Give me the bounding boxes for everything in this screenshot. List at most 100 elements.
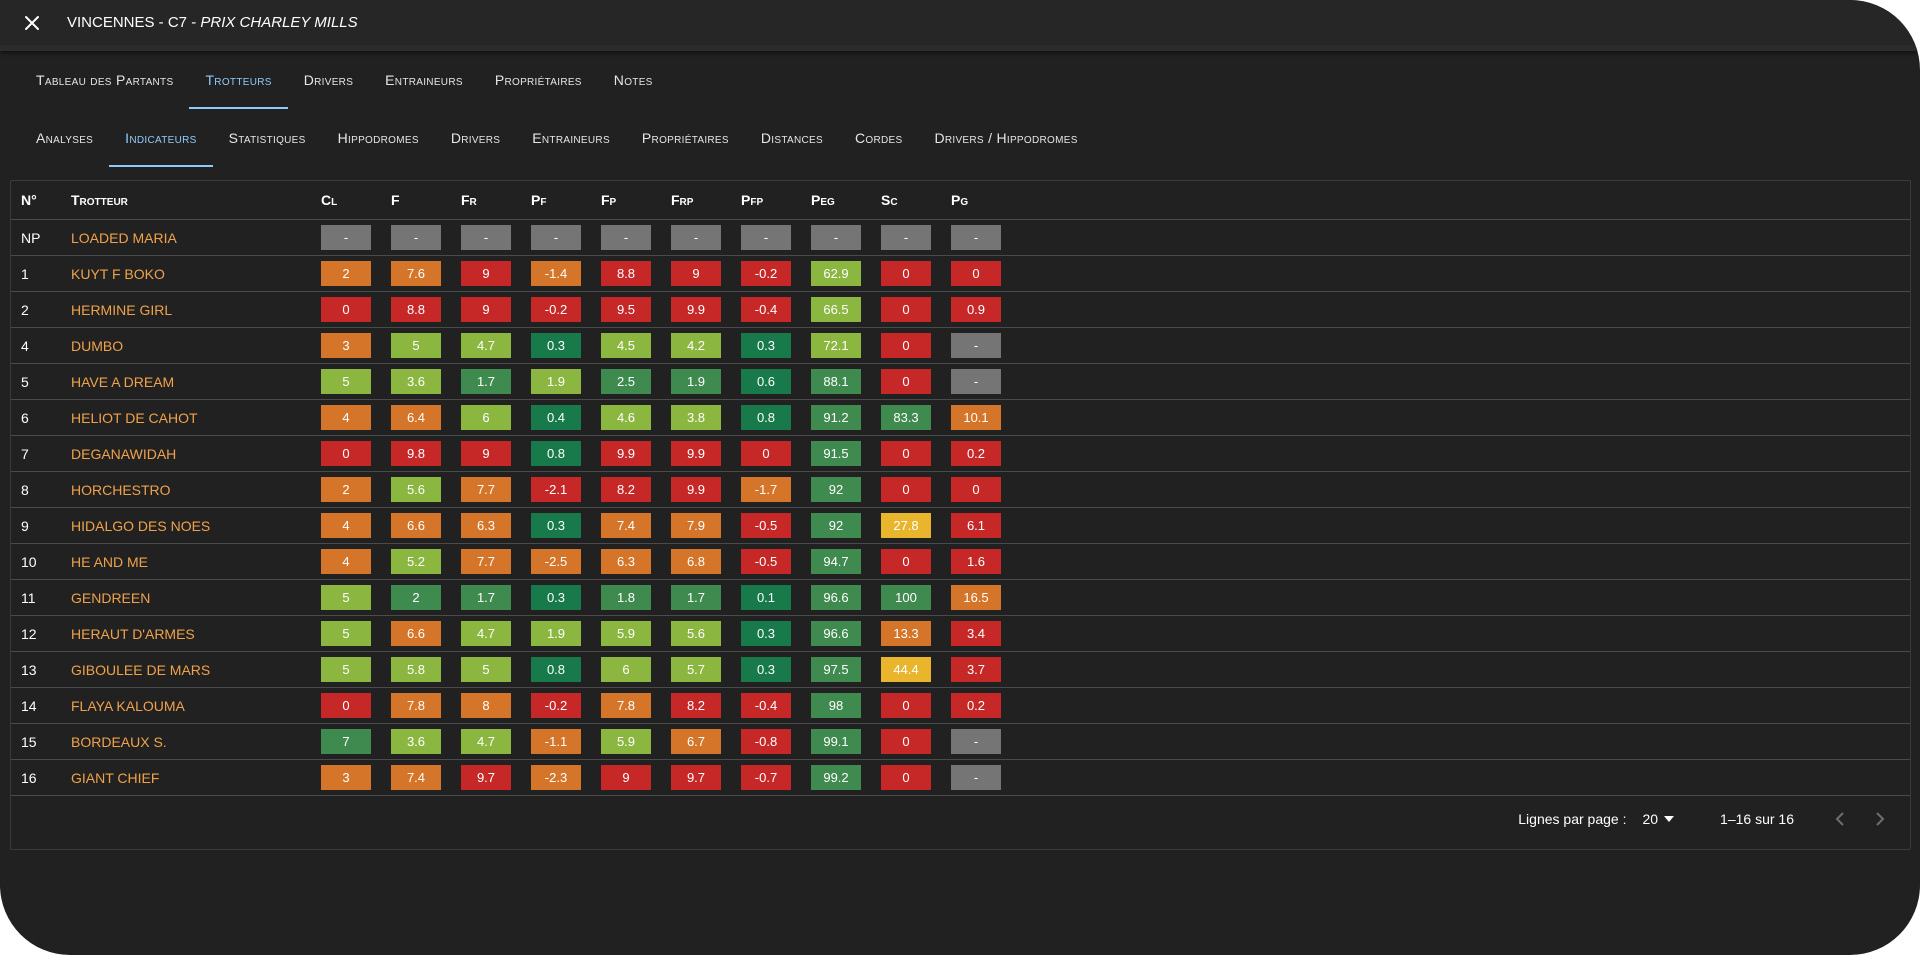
indicator-cell: 0	[881, 687, 951, 724]
indicator-cell: -2.1	[531, 471, 601, 508]
column-header-trotteur[interactable]: Trotteur	[71, 181, 321, 220]
indicator-cell: 92	[811, 471, 881, 508]
column-header-sc[interactable]: Sc	[881, 181, 951, 220]
subtab-statistiques[interactable]: Statistiques	[213, 109, 322, 167]
tab-notes[interactable]: Notes	[598, 51, 669, 109]
runner-name-link[interactable]: HERAUT D'ARMES	[71, 626, 195, 642]
table-row[interactable]: 14 FLAYA KALOUMA 0 7.8 8 -0.2 7.8 8.2 -0.4 98 0 0.2	[11, 687, 1910, 724]
runner-name-link[interactable]: HORCHESTRO	[71, 482, 171, 498]
runner-name-link[interactable]: LOADED MARIA	[71, 230, 177, 246]
tab-drivers[interactable]: Drivers	[288, 51, 369, 109]
subtab-hippodromes[interactable]: Hippodromes	[322, 109, 435, 167]
column-header-fr[interactable]: Fr	[461, 181, 531, 220]
indicator-value-frp: 9.7	[671, 765, 721, 790]
indicator-value-fp: 7.4	[601, 513, 651, 538]
tab-entraineurs[interactable]: Entraineurs	[369, 51, 479, 109]
indicator-value-f: -	[391, 225, 441, 250]
runner-name-link[interactable]: BORDEAUX S.	[71, 734, 167, 750]
table-row[interactable]: 6 HELIOT DE CAHOT 4 6.4 6 0.4 4.6 3.8 0.8 91.2 83.…	[11, 399, 1910, 436]
table-body: NP LOADED MARIA - - - - - - - - - -1 KUYT F BOKO 2 7.6…	[11, 219, 1910, 796]
subtab-indicateurs[interactable]: Indicateurs	[109, 109, 214, 167]
table-row[interactable]: 2 HERMINE GIRL 0 8.8 9 -0.2 9.5 9.9 -0.4 66.5 0 0.9	[11, 291, 1910, 328]
indicator-cell: 83.3	[881, 399, 951, 436]
indicator-cell: 6.3	[601, 543, 671, 580]
indicator-value-f: 7.8	[391, 693, 441, 718]
subtab-analyses[interactable]: Analyses	[20, 109, 109, 167]
indicator-cell: 88.1	[811, 363, 881, 400]
subtab-cordes[interactable]: Cordes	[839, 109, 918, 167]
indicator-cell: -0.5	[741, 507, 811, 544]
indicator-cell: 1.6	[951, 543, 1910, 580]
indicator-cell: 0.1	[741, 579, 811, 616]
indicator-value-pfp: 0.3	[741, 621, 791, 646]
indicator-cell: 0.8	[531, 651, 601, 688]
table-row[interactable]: 5 HAVE A DREAM 5 3.6 1.7 1.9 2.5 1.9 0.6 88.1 0-	[11, 363, 1910, 400]
runner-name-link[interactable]: DEGANAWIDAH	[71, 446, 176, 462]
indicator-cell: 9.9	[671, 291, 741, 328]
subtab-distances[interactable]: Distances	[745, 109, 839, 167]
indicator-value-pf: 0.3	[531, 585, 581, 610]
previous-page-button[interactable]	[1830, 809, 1850, 829]
indicator-cell: 91.2	[811, 399, 881, 436]
subtab-proprietaires[interactable]: Propriétaires	[626, 109, 745, 167]
column-header-pf[interactable]: Pf	[531, 181, 601, 220]
indicator-value-cl: 0	[321, 693, 371, 718]
indicator-cell: 9.9	[601, 435, 671, 472]
column-header-pfp[interactable]: Pfp	[741, 181, 811, 220]
subtab-drivers[interactable]: Drivers	[435, 109, 516, 167]
indicator-cell: 100	[881, 579, 951, 616]
column-header-peg[interactable]: Peg	[811, 181, 881, 220]
column-header-frp[interactable]: Frp	[671, 181, 741, 220]
runner-name-link[interactable]: DUMBO	[71, 338, 123, 354]
indicator-cell: -1.7	[741, 471, 811, 508]
runner-name-link[interactable]: FLAYA KALOUMA	[71, 698, 185, 714]
runner-name-link[interactable]: HE AND ME	[71, 554, 148, 570]
runner-name-link[interactable]: GIBOULEE DE MARS	[71, 662, 210, 678]
indicator-value-fp: 1.8	[601, 585, 651, 610]
indicator-cell: 0.3	[741, 651, 811, 688]
tab-proprietaires[interactable]: Propriétaires	[479, 51, 598, 109]
runner-name-link[interactable]: HELIOT DE CAHOT	[71, 410, 198, 426]
subtab-drivers-hippodromes[interactable]: Drivers / Hippodromes	[918, 109, 1093, 167]
column-header-fp[interactable]: Fp	[601, 181, 671, 220]
runner-name-link[interactable]: KUYT F BOKO	[71, 266, 165, 282]
table-row[interactable]: 13 GIBOULEE DE MARS 5 5.8 5 0.8 6 5.7 0.3 97.5 44.…	[11, 651, 1910, 688]
indicator-value-pfp: 0.3	[741, 657, 791, 682]
column-header-cl[interactable]: Cl	[321, 181, 391, 220]
column-header-pg[interactable]: Pg	[951, 181, 1910, 220]
column-header-number[interactable]: N°	[11, 181, 71, 220]
indicator-value-pfp: 0.3	[741, 333, 791, 358]
indicator-value-pf: 0.8	[531, 657, 581, 682]
table-row[interactable]: 9 HIDALGO DES NOES 4 6.6 6.3 0.3 7.4 7.9 -0.5 92 2…	[11, 507, 1910, 544]
indicator-cell: 8.8	[601, 255, 671, 292]
runner-number: 5	[11, 363, 71, 400]
runner-name-link[interactable]: GENDREEN	[71, 590, 150, 606]
table-row[interactable]: NP LOADED MARIA - - - - - - - - - -	[11, 219, 1910, 256]
next-page-button[interactable]	[1870, 809, 1890, 829]
subtab-entraineurs[interactable]: Entraineurs	[516, 109, 626, 167]
tab-tableau-des-partants[interactable]: Tableau des Partants	[20, 51, 189, 109]
indicator-cell: 0	[881, 255, 951, 292]
table-row[interactable]: 15 BORDEAUX S. 7 3.6 4.7 -1.1 5.9 6.7 -0.8 99.1 0-	[11, 723, 1910, 760]
rows-per-page-select[interactable]: 20	[1642, 811, 1675, 827]
tab-trotteurs[interactable]: Trotteurs	[189, 51, 288, 109]
runner-name-link[interactable]: HIDALGO DES NOES	[71, 518, 210, 534]
table-row[interactable]: 4 DUMBO 3 5 4.7 0.3 4.5 4.2 0.3 72.1 0-	[11, 327, 1910, 364]
indicator-value-sc: 13.3	[881, 621, 931, 646]
table-row[interactable]: 10 HE AND ME 4 5.2 7.7 -2.5 6.3 6.8 -0.5 94.7 0 1.6	[11, 543, 1910, 580]
runner-name-cell: HERMINE GIRL	[71, 291, 321, 328]
indicator-value-peg: 97.5	[811, 657, 861, 682]
runner-name-cell: DUMBO	[71, 327, 321, 364]
table-row[interactable]: 1 KUYT F BOKO 2 7.6 9 -1.4 8.8 9 -0.2 62.9 0 0	[11, 255, 1910, 292]
runner-name-link[interactable]: HAVE A DREAM	[71, 374, 174, 390]
indicator-value-fp: 4.5	[601, 333, 651, 358]
close-button[interactable]	[18, 9, 46, 37]
table-row[interactable]: 12 HERAUT D'ARMES 5 6.6 4.7 1.9 5.9 5.6 0.3 96.6 1…	[11, 615, 1910, 652]
runner-name-link[interactable]: HERMINE GIRL	[71, 302, 172, 318]
column-header-f[interactable]: F	[391, 181, 461, 220]
table-row[interactable]: 7 DEGANAWIDAH 0 9.8 9 0.8 9.9 9.9 0 91.5 0 0.2	[11, 435, 1910, 472]
runner-name-link[interactable]: GIANT CHIEF	[71, 770, 159, 786]
table-row[interactable]: 11 GENDREEN 5 2 1.7 0.3 1.8 1.7 0.1 96.6 100 16.5	[11, 579, 1910, 616]
indicator-value-f: 5.8	[391, 657, 441, 682]
table-row[interactable]: 8 HORCHESTRO 2 5.6 7.7 -2.1 8.2 9.9 -1.7 92 0 0	[11, 471, 1910, 508]
